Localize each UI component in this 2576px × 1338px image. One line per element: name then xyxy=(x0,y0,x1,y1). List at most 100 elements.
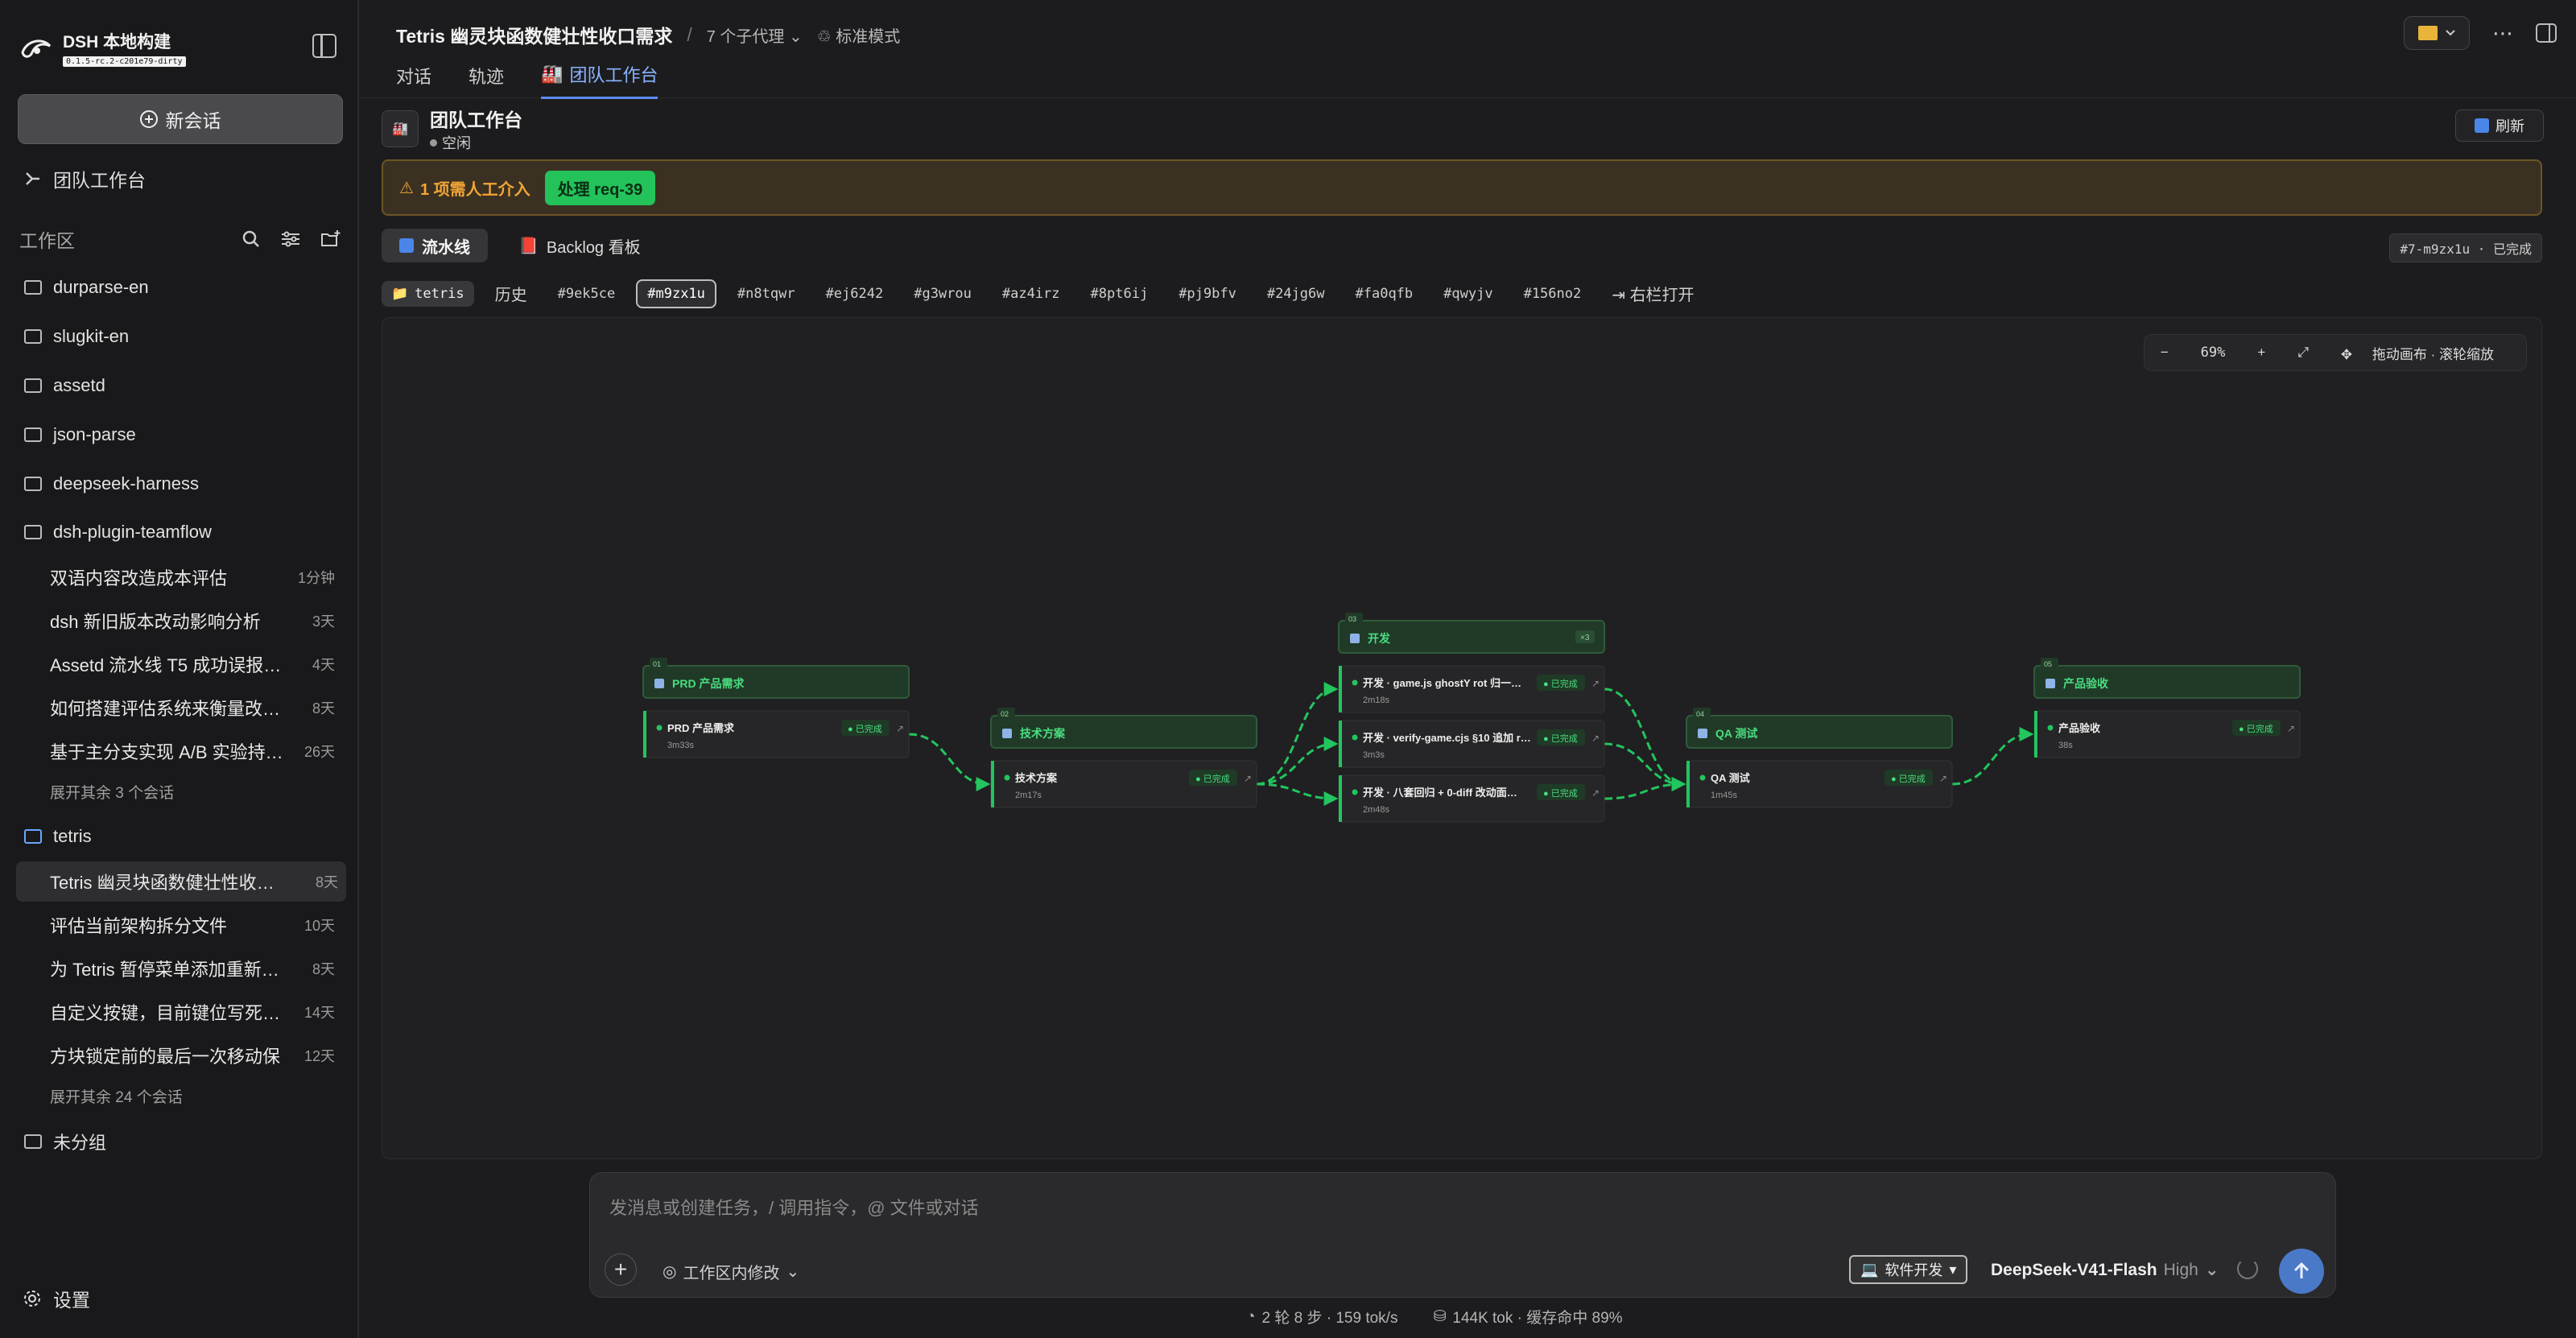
refresh-button[interactable]: 刷新 xyxy=(2455,109,2544,142)
task-time: 1m45s xyxy=(1711,791,1738,800)
new-folder-icon[interactable] xyxy=(320,229,341,249)
session-item[interactable]: 评估当前架构拆分文件 10天 xyxy=(50,905,343,945)
task-title: QA 测试 xyxy=(1711,772,1750,784)
handle-request-button[interactable]: 处理 req-39 xyxy=(544,170,656,205)
run-chip[interactable]: #n8tqwr xyxy=(728,281,805,307)
mode-indicator[interactable]: ♲ 标准模式 xyxy=(817,23,901,47)
workspace-header: 工作区 xyxy=(19,225,341,253)
model-select[interactable]: DeepSeek-V41-Flash High ⌄ xyxy=(1991,1260,2219,1280)
settings-button[interactable]: 设置 xyxy=(23,1285,90,1312)
pipeline-stage[interactable]: 02 技术方案 xyxy=(990,708,1257,749)
stage-icon xyxy=(1350,634,1360,643)
folder-ungrouped[interactable]: 未分组 xyxy=(24,1129,106,1154)
sidebar-toggle-icon[interactable] xyxy=(312,34,336,58)
pipeline-canvas[interactable]: 01 PRD 产品需求 PRD 产品需求 3m33s ● 已完成 ↗ 02 技术方案技术方案 2… xyxy=(382,317,2542,1159)
session-item[interactable]: 双语内容改造成本评估 1分钟 xyxy=(50,557,343,597)
attach-button[interactable]: + xyxy=(605,1253,637,1286)
factory-icon: 🏭 xyxy=(541,64,564,84)
tab-team-workspace[interactable]: 🏭 团队工作台 xyxy=(541,61,658,99)
run-chip[interactable]: #pj9bfv xyxy=(1169,281,1246,307)
session-item[interactable]: Tetris 幽灵块函数健壮性收口… 8天 xyxy=(16,861,346,902)
right-panel-toggle-icon[interactable] xyxy=(2536,23,2557,43)
zoom-hint: ✥ 拖动画布 · 滚轮缩放 xyxy=(2340,346,2494,362)
run-chip[interactable]: #9ek5ce xyxy=(548,281,625,307)
top-header: Tetris 幽灵块函数健壮性收口需求 / 7 个子代理 ⌄ ♲ 标准模式 对话… xyxy=(361,0,2576,99)
session-item[interactable]: 方块锁定前的最后一次移动保 12天 xyxy=(50,1035,343,1076)
pipeline-task[interactable]: 开发 · game.js ghostY rot 归一… 2m18s ● 已完成 ↗ xyxy=(1338,665,1605,713)
team-flow-icon xyxy=(26,172,39,185)
expand-plugin-sessions[interactable]: 展开其余 3 个会话 xyxy=(50,781,174,803)
folder-label: 未分组 xyxy=(53,1133,107,1153)
session-item[interactable]: 自定义按键，目前键位写死，… 14天 xyxy=(50,992,343,1032)
zoom-controls: − 69% + ⤢ ✥ 拖动画布 · 滚轮缩放 xyxy=(2143,334,2527,371)
project-chip[interactable]: 📁 tetris xyxy=(382,280,474,307)
folder-deepseek-harness[interactable]: deepseek-harness xyxy=(24,473,199,494)
chevron-down-icon xyxy=(2446,30,2455,36)
open-folder-button[interactable] xyxy=(2404,16,2470,50)
stage-icon xyxy=(654,679,664,688)
fit-view-icon[interactable]: ⤢ xyxy=(2281,345,2325,361)
session-item[interactable]: 为 Tetris 暂停菜单添加重新开… 8天 xyxy=(50,948,343,989)
workspace-mode-dropdown[interactable]: ◎ 工作区内修改 ⌄ xyxy=(663,1260,799,1283)
task-time: 3m3s xyxy=(1363,750,1385,760)
expand-tetris-sessions[interactable]: 展开其余 24 个会话 xyxy=(50,1085,183,1107)
pipeline-task[interactable]: 开发 · verify-game.cjs §10 追加 r… 3m3s ● 已完成 ↗ xyxy=(1338,720,1605,768)
run-chip[interactable]: #156no2 xyxy=(1514,281,1591,307)
mode-select[interactable]: 💻 软件开发 ▾ xyxy=(1849,1255,1968,1284)
workbench-header: 🏭 团队工作台 空闲 xyxy=(382,105,522,153)
pipeline-task[interactable]: 技术方案 2m17s ● 已完成 ↗ xyxy=(990,760,1257,808)
task-title: 开发 · verify-game.cjs §10 追加 r… xyxy=(1363,732,1531,744)
folder-durparse-en[interactable]: durparse-en xyxy=(24,277,149,298)
history-label[interactable]: 历史 xyxy=(485,277,537,310)
session-age: 8天 xyxy=(312,700,335,716)
tab-trace[interactable]: 轨迹 xyxy=(469,61,504,99)
subagents-dropdown[interactable]: 7 个子代理 ⌄ xyxy=(707,23,803,47)
session-title: 方块锁定前的最后一次移动保 xyxy=(50,1047,281,1067)
pipeline-stage[interactable]: 05 产品验收 xyxy=(2033,658,2301,699)
session-item[interactable]: dsh 新旧版本改动影响分析 3天 xyxy=(50,601,343,641)
tab-chat[interactable]: 对话 xyxy=(396,61,431,99)
message-input[interactable]: 发消息或创建任务，/ 调用指令，@ 文件或对话 xyxy=(609,1194,979,1220)
run-chip[interactable]: #az4irz xyxy=(993,281,1070,307)
tab-pipeline[interactable]: 流水线 xyxy=(382,229,488,262)
pipeline-graph[interactable]: 01PRD 产品需求 PRD 产品需求3m33s● 已完成 ↗ 02技术方案技术方案2… xyxy=(382,318,2542,1159)
run-chip[interactable]: #24jg6w xyxy=(1257,281,1335,307)
session-item[interactable]: 如何搭建评估系统来衡量改动… 8天 xyxy=(50,688,343,728)
alert-text: ⚠ 1 项需人工介入 xyxy=(399,179,530,199)
pipeline-task[interactable]: 产品验收 38s ● 已完成 ↗ xyxy=(2033,710,2301,758)
send-button[interactable] xyxy=(2279,1249,2324,1294)
run-chip[interactable]: #8pt6ij xyxy=(1081,281,1158,307)
folder-label: slugkit-en xyxy=(53,326,130,346)
more-icon[interactable]: ⋯ xyxy=(2492,21,2513,46)
search-icon[interactable] xyxy=(242,229,261,249)
run-chip[interactable]: #m9zx1u xyxy=(636,279,716,308)
pipeline-stage[interactable]: 04 QA 测试 xyxy=(1686,708,1953,749)
task-status-dot xyxy=(656,725,663,731)
sidebar-item-team-workspace[interactable]: 团队工作台 xyxy=(24,165,146,192)
folder-label: durparse-en xyxy=(53,277,149,297)
notebook-icon: 📕 xyxy=(518,237,539,255)
session-item[interactable]: 基于主分支实现 A/B 实验持… 26天 xyxy=(50,731,343,771)
run-chip[interactable]: #qwyjv xyxy=(1434,281,1502,307)
zoom-out-button[interactable]: − xyxy=(2145,345,2185,361)
filter-sliders-icon[interactable] xyxy=(280,229,301,249)
open-right-panel-button[interactable]: ⇥ 右栏打开 xyxy=(1602,277,1703,310)
folder-tetris[interactable]: tetris xyxy=(24,826,92,847)
pipeline-task[interactable]: QA 测试 1m45s ● 已完成 ↗ xyxy=(1686,760,1953,808)
pipeline-task[interactable]: 开发 · 八套回归 + 0-diff 改动面… 2m48s ● 已完成 ↗ xyxy=(1338,774,1605,823)
run-chip[interactable]: #ej6242 xyxy=(816,281,894,307)
pipeline-task[interactable]: PRD 产品需求 3m33s ● 已完成 ↗ xyxy=(642,710,910,758)
folder-dsh-plugin-teamflow[interactable]: dsh-plugin-teamflow xyxy=(24,522,212,543)
pipeline-stage[interactable]: 01 PRD 产品需求 xyxy=(642,658,910,699)
folder-json-parse[interactable]: json-parse xyxy=(24,424,136,445)
folder-assetd[interactable]: assetd xyxy=(24,375,105,396)
folder-slugkit-en[interactable]: slugkit-en xyxy=(24,326,129,347)
tab-backlog[interactable]: 📕 Backlog 看板 xyxy=(501,229,658,262)
pipeline-stage[interactable]: 03 开发 ×3 xyxy=(1338,613,1605,654)
zoom-in-button[interactable]: + xyxy=(2241,345,2281,361)
message-composer: 发消息或创建任务，/ 调用指令，@ 文件或对话 + ◎ 工作区内修改 ⌄ 💻 软件开发… xyxy=(589,1172,2336,1298)
run-chip[interactable]: #fa0qfb xyxy=(1346,281,1423,307)
run-chip[interactable]: #g3wrou xyxy=(904,281,981,307)
session-item[interactable]: Assetd 流水线 T5 成功误报失败 4天 xyxy=(50,644,343,684)
new-chat-button[interactable]: 新会话 xyxy=(18,94,343,144)
